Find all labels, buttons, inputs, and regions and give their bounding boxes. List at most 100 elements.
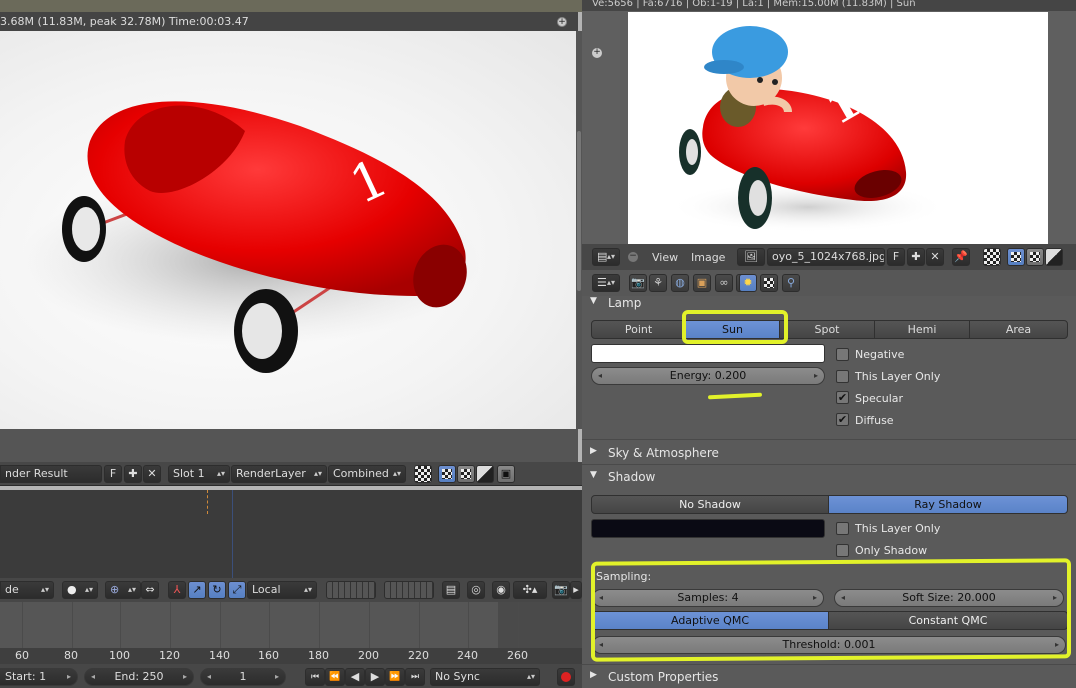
play-reverse-icon[interactable]: ◀: [345, 668, 365, 686]
z-buffer-icon[interactable]: [476, 465, 494, 483]
image-browse-icon[interactable]: 🖼: [737, 248, 765, 266]
sky-panel-header[interactable]: ▶ Sky & Atmosphere: [590, 446, 719, 460]
scene-layers-right[interactable]: [384, 581, 434, 599]
alpha-display-icon[interactable]: [414, 465, 432, 483]
play-icon[interactable]: ▶: [365, 668, 385, 686]
render-opengl-icon[interactable]: 📷: [552, 581, 570, 599]
lamp-color-swatch[interactable]: [591, 344, 825, 363]
shadow-panel-header[interactable]: ▼ Shadow: [590, 470, 656, 484]
texture-tab-icon[interactable]: [760, 274, 778, 292]
layer-lock-icon[interactable]: ▤: [442, 581, 460, 599]
energy-field[interactable]: ◂ Energy: 0.200 ▸: [591, 367, 825, 385]
alpha-only-icon[interactable]: [1026, 248, 1044, 266]
panel-divider: [582, 464, 1076, 465]
snap-element-selector[interactable]: ✣▴: [513, 581, 547, 599]
out-of-range-area: [498, 602, 582, 648]
diffuse-checkbox[interactable]: ✔: [836, 413, 849, 426]
transform-orientation-selector[interactable]: Local ▴▾: [247, 581, 317, 599]
translate-icon[interactable]: ↗: [188, 581, 206, 599]
custom-properties-header[interactable]: ▶ Custom Properties: [590, 670, 718, 684]
editor-type-selector[interactable]: ▤ ▴▾: [592, 248, 620, 266]
lamp-layer-only-checkbox[interactable]: [836, 370, 849, 383]
unlink-image-icon[interactable]: ✕: [143, 465, 161, 483]
pivot-selector[interactable]: ⊕ ▴▾: [105, 581, 141, 599]
only-shadow-checkbox[interactable]: [836, 544, 849, 557]
timeline-editor[interactable]: [0, 490, 582, 578]
playback-controls: Start: 1 ▸ ◂ End: 250 ▸ ◂ 1 ▸ ⏮ ⏪ ◀ ▶ ⏩ ⏭ No …: [0, 664, 582, 688]
manipulate-center-icon[interactable]: ⇔: [141, 581, 159, 599]
prev-keyframe-icon[interactable]: ⏪: [325, 668, 345, 686]
render-layer-selector[interactable]: RenderLayer ▴▾: [231, 465, 327, 483]
z-buffer-icon[interactable]: [1045, 248, 1063, 266]
scene-layers-left[interactable]: [326, 581, 376, 599]
editor-type-selector[interactable]: ☰ ▴▾: [592, 274, 620, 292]
unlink-image-icon[interactable]: ✕: [926, 248, 944, 266]
decrement-icon: ◂: [598, 371, 603, 380]
negative-checkbox[interactable]: [836, 348, 849, 361]
render-tab-icon[interactable]: 📷: [629, 274, 647, 292]
pin-icon[interactable]: 📌: [952, 248, 970, 266]
render-pass-selector[interactable]: Combined ▴▾: [328, 465, 406, 483]
lamp-type-hemi[interactable]: Hemi: [874, 320, 970, 339]
rotate-icon[interactable]: ↻: [208, 581, 226, 599]
slot-selector[interactable]: Slot 1 ▴▾: [168, 465, 230, 483]
object-tab-icon[interactable]: ▣: [693, 274, 711, 292]
region-toggle-icon[interactable]: +: [592, 48, 602, 58]
render-animation-icon[interactable]: ▸: [570, 581, 582, 599]
lamp-data-tab-icon[interactable]: ✹: [739, 274, 757, 292]
manipulator-icon[interactable]: ⅄: [168, 581, 186, 599]
render-canvas[interactable]: 1: [0, 31, 576, 429]
shadow-color-swatch[interactable]: [591, 519, 825, 538]
particles-tab-icon[interactable]: ⚲: [782, 274, 800, 292]
sync-mode-selector[interactable]: No Sync ▴▾: [430, 668, 540, 686]
specular-checkbox[interactable]: ✔: [836, 391, 849, 404]
start-frame-field[interactable]: Start: 1 ▸: [0, 668, 78, 686]
timeline-divider: [232, 490, 233, 578]
constraints-tab-icon[interactable]: ∞: [715, 274, 733, 292]
fake-user-button[interactable]: F: [887, 248, 905, 266]
solid-shading-icon: ●: [67, 583, 77, 596]
panel-divider: [582, 439, 1076, 440]
frame-tick: 60: [15, 649, 29, 662]
jump-start-icon[interactable]: ⏮: [305, 668, 325, 686]
world-tab-icon[interactable]: ◍: [671, 274, 689, 292]
ray-shadow-button[interactable]: Ray Shadow: [828, 495, 1068, 514]
falloff-icon[interactable]: ◉: [492, 581, 510, 599]
next-keyframe-icon[interactable]: ⏩: [385, 668, 405, 686]
current-frame-field[interactable]: ◂ 1 ▸: [200, 668, 286, 686]
reference-image: 1: [628, 12, 1048, 244]
viewport-shading-selector[interactable]: ● ▴▾: [62, 581, 98, 599]
alpha-only-icon[interactable]: [457, 465, 475, 483]
image-editor-canvas[interactable]: + 1: [582, 11, 1076, 244]
lamp-panel-header[interactable]: ▼ Lamp: [590, 296, 642, 310]
timeline-ruler[interactable]: [0, 602, 582, 648]
proportional-edit-icon[interactable]: ◎: [467, 581, 485, 599]
image-menu[interactable]: Image: [691, 251, 725, 264]
collapse-menu-icon[interactable]: −: [628, 252, 638, 262]
lamp-panel-title: Lamp: [608, 296, 642, 310]
region-toggle-icon[interactable]: +: [557, 17, 567, 27]
shadow-panel-title: Shadow: [608, 470, 656, 484]
interaction-mode-selector[interactable]: de ▴▾: [0, 581, 54, 599]
scopes-icon[interactable]: ▣: [497, 465, 515, 483]
lamp-type-area[interactable]: Area: [969, 320, 1068, 339]
new-image-icon[interactable]: ✚: [124, 465, 142, 483]
jump-end-icon[interactable]: ⏭: [405, 668, 425, 686]
color-alpha-icon[interactable]: [438, 465, 456, 483]
alpha-display-icon[interactable]: [983, 248, 1001, 266]
view-menu[interactable]: View: [652, 251, 678, 264]
frame-tick: 140: [209, 649, 230, 662]
image-name-field[interactable]: oyo_5_1024x768.jpg: [767, 248, 885, 266]
color-alpha-icon[interactable]: [1007, 248, 1025, 266]
lamp-type-spot[interactable]: Spot: [779, 320, 875, 339]
shadow-layer-only-checkbox[interactable]: [836, 522, 849, 535]
new-image-icon[interactable]: ✚: [907, 248, 925, 266]
image-name-field[interactable]: nder Result: [0, 465, 102, 483]
no-shadow-button[interactable]: No Shadow: [591, 495, 829, 514]
end-frame-field[interactable]: ◂ End: 250 ▸: [84, 668, 194, 686]
fake-user-button[interactable]: F: [104, 465, 122, 483]
lamp-type-point[interactable]: Point: [591, 320, 686, 339]
record-icon[interactable]: [557, 668, 575, 686]
scene-tab-icon[interactable]: ⚘: [649, 274, 667, 292]
scale-icon[interactable]: ⤢: [228, 581, 246, 599]
